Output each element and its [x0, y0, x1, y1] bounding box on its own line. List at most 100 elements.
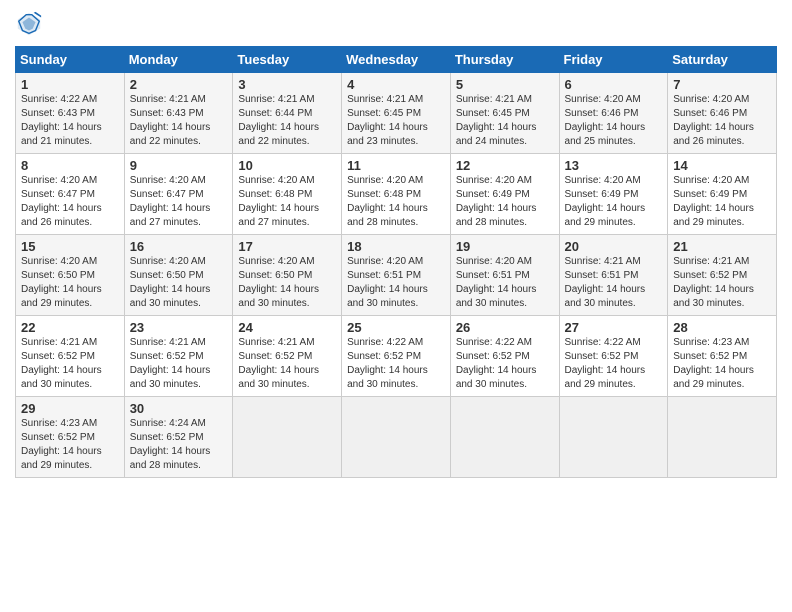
- calendar-cell: 6Sunrise: 4:20 AM Sunset: 6:46 PM Daylig…: [559, 73, 668, 154]
- day-info: Sunrise: 4:21 AM Sunset: 6:43 PM Dayligh…: [130, 93, 228, 149]
- day-number: 23: [130, 320, 228, 335]
- calendar-cell: 20Sunrise: 4:21 AM Sunset: 6:51 PM Dayli…: [559, 235, 668, 316]
- day-number: 21: [673, 239, 771, 254]
- day-info: Sunrise: 4:20 AM Sunset: 6:46 PM Dayligh…: [673, 93, 771, 149]
- day-info: Sunrise: 4:21 AM Sunset: 6:52 PM Dayligh…: [238, 336, 336, 392]
- day-info: Sunrise: 4:21 AM Sunset: 6:52 PM Dayligh…: [21, 336, 119, 392]
- day-number: 13: [565, 158, 663, 173]
- page-container: SundayMondayTuesdayWednesdayThursdayFrid…: [0, 0, 792, 488]
- calendar-cell: 17Sunrise: 4:20 AM Sunset: 6:50 PM Dayli…: [233, 235, 342, 316]
- day-number: 16: [130, 239, 228, 254]
- calendar-cell: [342, 397, 451, 478]
- day-number: 28: [673, 320, 771, 335]
- calendar-week-1: 1Sunrise: 4:22 AM Sunset: 6:43 PM Daylig…: [16, 73, 777, 154]
- calendar-cell: [233, 397, 342, 478]
- day-info: Sunrise: 4:22 AM Sunset: 6:43 PM Dayligh…: [21, 93, 119, 149]
- day-info: Sunrise: 4:21 AM Sunset: 6:44 PM Dayligh…: [238, 93, 336, 149]
- day-info: Sunrise: 4:20 AM Sunset: 6:51 PM Dayligh…: [456, 255, 554, 311]
- weekday-header-wednesday: Wednesday: [342, 47, 451, 73]
- day-info: Sunrise: 4:22 AM Sunset: 6:52 PM Dayligh…: [347, 336, 445, 392]
- calendar-week-2: 8Sunrise: 4:20 AM Sunset: 6:47 PM Daylig…: [16, 154, 777, 235]
- day-number: 11: [347, 158, 445, 173]
- weekday-header-sunday: Sunday: [16, 47, 125, 73]
- weekday-header-saturday: Saturday: [668, 47, 777, 73]
- day-info: Sunrise: 4:20 AM Sunset: 6:49 PM Dayligh…: [673, 174, 771, 230]
- day-number: 17: [238, 239, 336, 254]
- day-number: 20: [565, 239, 663, 254]
- day-number: 10: [238, 158, 336, 173]
- day-number: 14: [673, 158, 771, 173]
- calendar-table: SundayMondayTuesdayWednesdayThursdayFrid…: [15, 46, 777, 478]
- day-info: Sunrise: 4:21 AM Sunset: 6:45 PM Dayligh…: [456, 93, 554, 149]
- weekday-header-thursday: Thursday: [450, 47, 559, 73]
- day-info: Sunrise: 4:20 AM Sunset: 6:46 PM Dayligh…: [565, 93, 663, 149]
- calendar-week-4: 22Sunrise: 4:21 AM Sunset: 6:52 PM Dayli…: [16, 316, 777, 397]
- page-header: [15, 10, 777, 38]
- day-info: Sunrise: 4:22 AM Sunset: 6:52 PM Dayligh…: [565, 336, 663, 392]
- weekday-header-row: SundayMondayTuesdayWednesdayThursdayFrid…: [16, 47, 777, 73]
- day-number: 9: [130, 158, 228, 173]
- day-number: 3: [238, 77, 336, 92]
- day-info: Sunrise: 4:20 AM Sunset: 6:49 PM Dayligh…: [565, 174, 663, 230]
- day-info: Sunrise: 4:23 AM Sunset: 6:52 PM Dayligh…: [673, 336, 771, 392]
- calendar-cell: [450, 397, 559, 478]
- day-number: 4: [347, 77, 445, 92]
- day-number: 15: [21, 239, 119, 254]
- day-info: Sunrise: 4:21 AM Sunset: 6:52 PM Dayligh…: [673, 255, 771, 311]
- day-number: 6: [565, 77, 663, 92]
- calendar-cell: 22Sunrise: 4:21 AM Sunset: 6:52 PM Dayli…: [16, 316, 125, 397]
- calendar-cell: 19Sunrise: 4:20 AM Sunset: 6:51 PM Dayli…: [450, 235, 559, 316]
- calendar-cell: 3Sunrise: 4:21 AM Sunset: 6:44 PM Daylig…: [233, 73, 342, 154]
- day-info: Sunrise: 4:20 AM Sunset: 6:51 PM Dayligh…: [347, 255, 445, 311]
- weekday-header-tuesday: Tuesday: [233, 47, 342, 73]
- calendar-cell: 18Sunrise: 4:20 AM Sunset: 6:51 PM Dayli…: [342, 235, 451, 316]
- calendar-cell: 10Sunrise: 4:20 AM Sunset: 6:48 PM Dayli…: [233, 154, 342, 235]
- day-number: 25: [347, 320, 445, 335]
- day-info: Sunrise: 4:24 AM Sunset: 6:52 PM Dayligh…: [130, 417, 228, 473]
- day-info: Sunrise: 4:20 AM Sunset: 6:49 PM Dayligh…: [456, 174, 554, 230]
- day-info: Sunrise: 4:21 AM Sunset: 6:51 PM Dayligh…: [565, 255, 663, 311]
- day-info: Sunrise: 4:20 AM Sunset: 6:48 PM Dayligh…: [347, 174, 445, 230]
- calendar-cell: 9Sunrise: 4:20 AM Sunset: 6:47 PM Daylig…: [124, 154, 233, 235]
- weekday-header-friday: Friday: [559, 47, 668, 73]
- calendar-cell: 14Sunrise: 4:20 AM Sunset: 6:49 PM Dayli…: [668, 154, 777, 235]
- day-number: 8: [21, 158, 119, 173]
- calendar-cell: 16Sunrise: 4:20 AM Sunset: 6:50 PM Dayli…: [124, 235, 233, 316]
- calendar-cell: 24Sunrise: 4:21 AM Sunset: 6:52 PM Dayli…: [233, 316, 342, 397]
- day-number: 7: [673, 77, 771, 92]
- day-info: Sunrise: 4:20 AM Sunset: 6:50 PM Dayligh…: [21, 255, 119, 311]
- day-info: Sunrise: 4:21 AM Sunset: 6:45 PM Dayligh…: [347, 93, 445, 149]
- calendar-cell: 12Sunrise: 4:20 AM Sunset: 6:49 PM Dayli…: [450, 154, 559, 235]
- calendar-cell: 21Sunrise: 4:21 AM Sunset: 6:52 PM Dayli…: [668, 235, 777, 316]
- day-number: 26: [456, 320, 554, 335]
- calendar-cell: 23Sunrise: 4:21 AM Sunset: 6:52 PM Dayli…: [124, 316, 233, 397]
- calendar-cell: 2Sunrise: 4:21 AM Sunset: 6:43 PM Daylig…: [124, 73, 233, 154]
- day-info: Sunrise: 4:21 AM Sunset: 6:52 PM Dayligh…: [130, 336, 228, 392]
- calendar-cell: 29Sunrise: 4:23 AM Sunset: 6:52 PM Dayli…: [16, 397, 125, 478]
- day-number: 30: [130, 401, 228, 416]
- calendar-cell: 15Sunrise: 4:20 AM Sunset: 6:50 PM Dayli…: [16, 235, 125, 316]
- logo: [15, 10, 47, 38]
- day-number: 2: [130, 77, 228, 92]
- day-info: Sunrise: 4:23 AM Sunset: 6:52 PM Dayligh…: [21, 417, 119, 473]
- calendar-week-5: 29Sunrise: 4:23 AM Sunset: 6:52 PM Dayli…: [16, 397, 777, 478]
- calendar-cell: 13Sunrise: 4:20 AM Sunset: 6:49 PM Dayli…: [559, 154, 668, 235]
- calendar-cell: [668, 397, 777, 478]
- calendar-cell: 11Sunrise: 4:20 AM Sunset: 6:48 PM Dayli…: [342, 154, 451, 235]
- day-info: Sunrise: 4:22 AM Sunset: 6:52 PM Dayligh…: [456, 336, 554, 392]
- calendar-cell: 25Sunrise: 4:22 AM Sunset: 6:52 PM Dayli…: [342, 316, 451, 397]
- day-number: 5: [456, 77, 554, 92]
- calendar-week-3: 15Sunrise: 4:20 AM Sunset: 6:50 PM Dayli…: [16, 235, 777, 316]
- day-info: Sunrise: 4:20 AM Sunset: 6:47 PM Dayligh…: [130, 174, 228, 230]
- weekday-header-monday: Monday: [124, 47, 233, 73]
- day-info: Sunrise: 4:20 AM Sunset: 6:47 PM Dayligh…: [21, 174, 119, 230]
- calendar-cell: 28Sunrise: 4:23 AM Sunset: 6:52 PM Dayli…: [668, 316, 777, 397]
- day-info: Sunrise: 4:20 AM Sunset: 6:48 PM Dayligh…: [238, 174, 336, 230]
- day-number: 12: [456, 158, 554, 173]
- day-info: Sunrise: 4:20 AM Sunset: 6:50 PM Dayligh…: [130, 255, 228, 311]
- day-number: 18: [347, 239, 445, 254]
- calendar-cell: 5Sunrise: 4:21 AM Sunset: 6:45 PM Daylig…: [450, 73, 559, 154]
- day-number: 1: [21, 77, 119, 92]
- calendar-cell: [559, 397, 668, 478]
- calendar-cell: 7Sunrise: 4:20 AM Sunset: 6:46 PM Daylig…: [668, 73, 777, 154]
